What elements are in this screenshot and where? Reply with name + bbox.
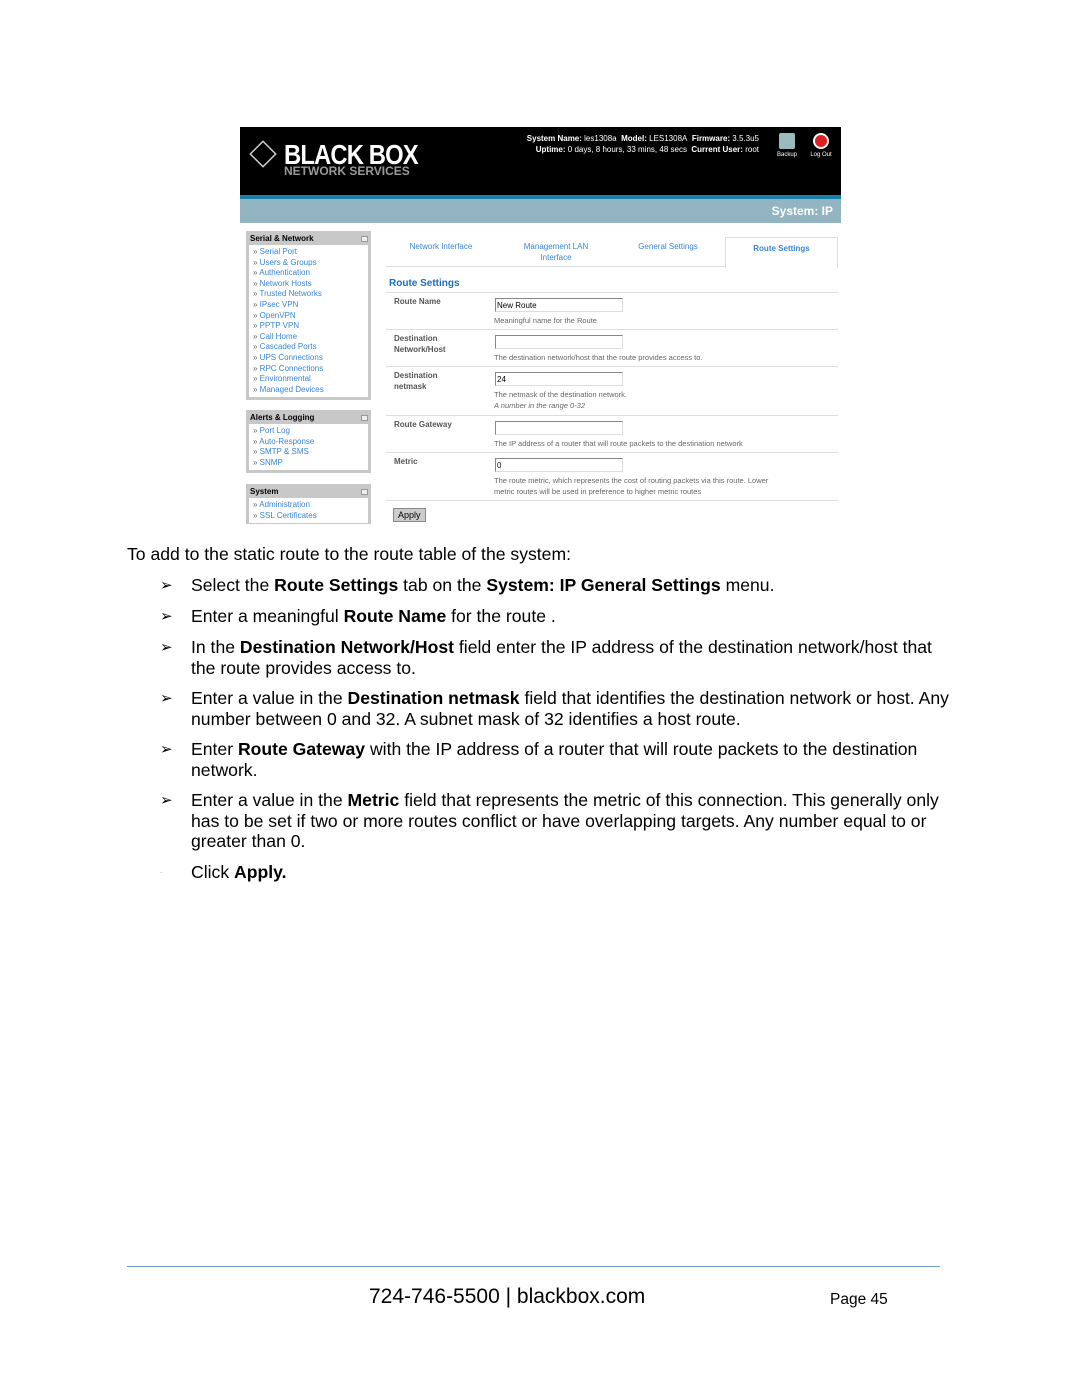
sidebar-link[interactable]: SMTP & SMS — [253, 447, 364, 458]
collapse-icon[interactable] — [361, 415, 368, 421]
sidebar-link[interactable]: Authentication — [253, 268, 364, 279]
logout-button[interactable]: Log Out — [806, 133, 836, 158]
sidebar-link[interactable]: RPC Connections — [253, 364, 364, 375]
sidebar-link[interactable]: Trusted Networks — [253, 289, 364, 300]
sidebar-link[interactable]: Call Home — [253, 332, 364, 343]
sidebar-link[interactable]: UPS Connections — [253, 353, 364, 364]
footer-rule — [127, 1266, 940, 1267]
backup-icon — [779, 133, 795, 149]
step-item: Enter Route Gateway with the IP address … — [191, 739, 918, 780]
arrow-bullet-icon: ➢ — [160, 608, 173, 625]
step-item: Enter a value in the Destination netmask… — [191, 688, 949, 729]
step-item: Enter a value in the Metric field that r… — [191, 790, 939, 851]
sidebar-alerts-logging: Alerts & Logging Port LogAuto-ResponseSM… — [246, 410, 371, 474]
destination-network-input[interactable] — [495, 335, 623, 349]
step-click-apply: Click Apply. — [191, 862, 287, 882]
sidebar-link[interactable]: Serial Port — [253, 247, 364, 258]
step-item: Select the Route Settings tab on the Sys… — [191, 575, 775, 595]
arrow-bullet-icon: ➢ — [160, 639, 173, 656]
backup-button[interactable]: Backup — [772, 133, 802, 158]
page-number: Page 45 — [830, 1291, 888, 1308]
intro-text: To add to the static route to the route … — [127, 544, 572, 564]
footer-contact: 724-746-5500 | blackbox.com — [369, 1285, 646, 1308]
apply-button[interactable]: Apply — [393, 508, 426, 522]
arrow-bullet-icon: ➢ — [160, 577, 173, 594]
tab-management-lan[interactable]: Management LAN Interface — [511, 241, 601, 263]
step-item: Enter a meaningful Route Name for the ro… — [191, 606, 556, 626]
field-metric: Metric The route metric, which represent… — [386, 452, 838, 501]
sidebar-link[interactable]: SSL Certificates — [253, 511, 364, 522]
page-heading: System: IP — [771, 204, 833, 218]
sidebar-link[interactable]: Environmental — [253, 374, 364, 385]
sidebar-system: System AdministrationSSL Certificates — [246, 484, 371, 524]
field-route-name: Route Name Meaningful name for the Route — [386, 292, 838, 329]
arrow-bullet-icon: ➢ — [160, 741, 173, 758]
tab-route-settings[interactable]: Route Settings — [725, 237, 838, 268]
route-gateway-input[interactable] — [495, 421, 623, 435]
system-info: System Name: les1308a Model: LES1308A Fi… — [526, 134, 759, 154]
logo-diamond-icon — [249, 140, 277, 168]
sidebar-link[interactable]: Users & Groups — [253, 258, 364, 269]
tab-network-interface[interactable]: Network Interface — [396, 241, 486, 252]
sidebar-link[interactable]: Cascaded Ports — [253, 342, 364, 353]
field-route-gateway: Route Gateway The IP address of a router… — [386, 415, 838, 452]
sidebar-link[interactable]: SNMP — [253, 458, 364, 469]
tab-general-settings[interactable]: General Settings — [626, 241, 710, 252]
sidebar-link[interactable]: Managed Devices — [253, 385, 364, 396]
destination-netmask-input[interactable] — [495, 372, 623, 386]
route-name-input[interactable] — [495, 298, 623, 312]
title-band: System: IP — [240, 199, 841, 223]
step-item: In the Destination Network/Host field en… — [191, 637, 932, 678]
header-bar: BLACK BOX NETWORK SERVICES System Name: … — [240, 127, 841, 195]
arrow-bullet-icon: ➢ — [160, 792, 173, 809]
sidebar-link[interactable]: IPsec VPN — [253, 300, 364, 311]
sidebar-link[interactable]: PPTP VPN — [253, 321, 364, 332]
sidebar-serial-network: Serial & Network Serial PortUsers & Grou… — [246, 231, 371, 401]
field-destination-netmask: Destination netmask The netmask of the d… — [386, 366, 838, 415]
sidebar-link[interactable]: Network Hosts — [253, 279, 364, 290]
power-icon — [813, 133, 829, 149]
metric-input[interactable] — [495, 458, 623, 472]
sidebar-link[interactable]: Administration — [253, 500, 364, 511]
section-title: Route Settings — [389, 278, 460, 289]
embedded-screenshot: BLACK BOX NETWORK SERVICES System Name: … — [240, 127, 841, 524]
field-destination-network: Destination Network/Host The destination… — [386, 329, 838, 366]
arrow-bullet-icon: ➢ — [160, 690, 173, 707]
sidebar-link[interactable]: Auto-Response — [253, 437, 364, 448]
sidebar-link[interactable]: OpenVPN — [253, 311, 364, 322]
logo-sub: NETWORK SERVICES — [284, 164, 410, 178]
tab-bar: Network Interface Management LAN Interfa… — [386, 237, 838, 268]
collapse-icon[interactable] — [361, 489, 368, 495]
collapse-icon[interactable] — [361, 236, 368, 242]
sidebar-link[interactable]: Port Log — [253, 426, 364, 437]
